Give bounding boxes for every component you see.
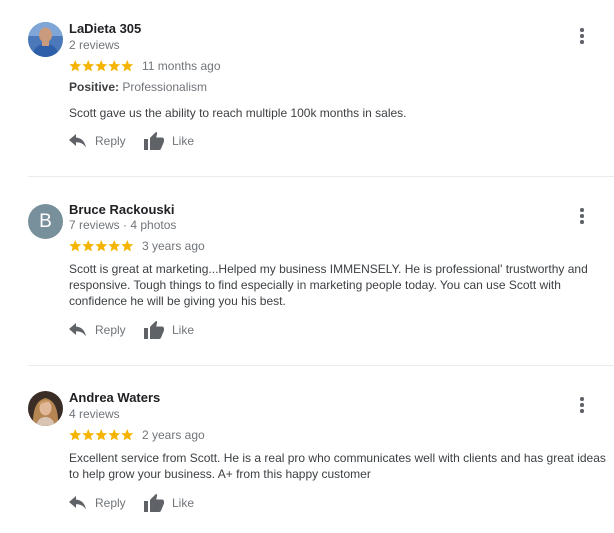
reply-label: Reply [95, 323, 126, 337]
positive-attribute: Positive: Professionalism [69, 80, 207, 94]
reviewer-name[interactable]: Andrea Waters [69, 390, 160, 405]
like-label: Like [172, 496, 195, 510]
star-icon [108, 60, 121, 72]
review-date: 11 months ago [142, 59, 221, 73]
reviewer-meta[interactable]: 4 reviews [69, 407, 120, 421]
star-rating [69, 60, 134, 72]
avatar-letter: B [39, 210, 52, 232]
star-icon [82, 240, 95, 252]
reply-button[interactable]: Reply [69, 496, 144, 510]
review-text: Scott is great at marketing...Helped my … [69, 262, 588, 308]
thumbs-up-icon [144, 132, 164, 150]
star-icon [82, 60, 95, 72]
star-icon [121, 429, 134, 441]
reply-button[interactable]: Reply [69, 323, 144, 337]
reply-button[interactable]: Reply [69, 134, 144, 148]
reply-icon [69, 496, 86, 510]
star-icon [108, 429, 121, 441]
rating-row: 3 years ago [69, 239, 205, 253]
review-text: Scott gave us the ability to reach multi… [69, 106, 407, 120]
reply-icon [69, 134, 86, 148]
star-icon [69, 60, 82, 72]
review-actions: Reply Like [69, 493, 194, 513]
star-icon [95, 240, 108, 252]
like-button[interactable]: Like [144, 321, 194, 339]
reply-label: Reply [95, 134, 126, 148]
reviewer-meta[interactable]: 2 reviews [69, 38, 120, 52]
more-options-icon[interactable] [577, 208, 587, 226]
star-icon [82, 429, 95, 441]
review-divider [28, 365, 614, 366]
like-button[interactable]: Like [144, 494, 194, 512]
reply-icon [69, 323, 86, 337]
rating-row: 11 months ago [69, 59, 221, 73]
thumbs-up-icon [144, 494, 164, 512]
positive-value: Professionalism [122, 80, 208, 94]
thumbs-up-icon [144, 321, 164, 339]
avatar[interactable] [28, 22, 63, 57]
star-icon [121, 60, 134, 72]
star-icon [108, 240, 121, 252]
review-date: 2 years ago [142, 428, 205, 442]
star-icon [95, 60, 108, 72]
reviewer-name[interactable]: Bruce Rackouski [69, 202, 175, 217]
review-actions: Reply Like [69, 320, 194, 340]
review-divider [28, 176, 614, 177]
review-date: 3 years ago [142, 239, 205, 253]
star-rating [69, 429, 134, 441]
more-options-icon[interactable] [577, 397, 587, 415]
like-label: Like [172, 323, 195, 337]
positive-label: Positive: [69, 80, 120, 94]
star-icon [121, 240, 134, 252]
like-button[interactable]: Like [144, 132, 194, 150]
more-options-icon[interactable] [577, 28, 587, 46]
star-rating [69, 240, 134, 252]
star-icon [69, 240, 82, 252]
reviewer-meta[interactable]: 7 reviews · 4 photos [69, 218, 176, 232]
reply-label: Reply [95, 496, 126, 510]
review-actions: Reply Like [69, 131, 194, 151]
star-icon [95, 429, 108, 441]
reviewer-name[interactable]: LaDieta 305 [69, 21, 141, 36]
star-icon [69, 429, 82, 441]
avatar[interactable] [28, 391, 63, 426]
avatar[interactable]: B [28, 204, 63, 239]
rating-row: 2 years ago [69, 428, 205, 442]
like-label: Like [172, 134, 195, 148]
review-text: Excellent service from Scott. He is a re… [69, 451, 606, 481]
